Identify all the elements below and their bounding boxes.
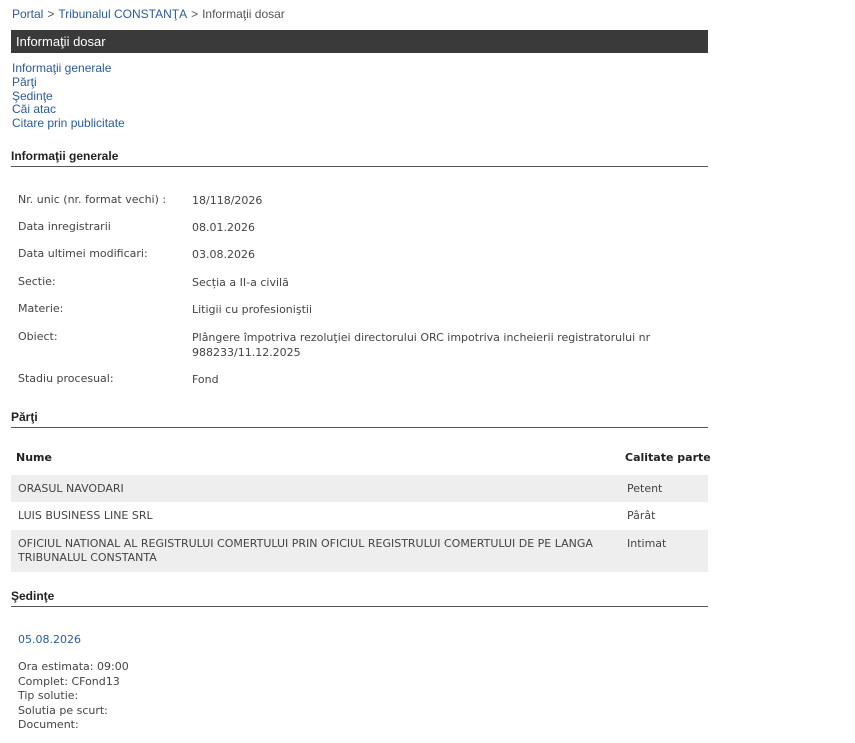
info-label: Nr. unic (nr. format vechi) : xyxy=(18,193,167,206)
nav-link-citare-publicitate[interactable]: Citare prin publicitate xyxy=(12,116,125,131)
section-nav: Informaţii generale Părţi Şedinţe Căi at… xyxy=(12,61,125,131)
hearing-solution-type: Tip solutie: xyxy=(18,689,79,702)
nav-link-sedinte[interactable]: Şedinţe xyxy=(12,89,125,104)
info-value: Litigii cu profesioniştii xyxy=(192,303,312,316)
parti-section-title: Părţi xyxy=(11,410,708,428)
party-role: Intimat xyxy=(627,537,667,550)
info-label: Data ultimei modificari: xyxy=(18,247,148,260)
info-label: Obiect: xyxy=(18,330,58,343)
table-row: ORASUL NAVODARI Petent xyxy=(11,475,708,502)
info-label: Data inregistrarii xyxy=(18,220,111,233)
breadcrumb-portal-link[interactable]: Portal xyxy=(12,7,43,21)
hearing-panel: Complet: CFond13 xyxy=(18,674,120,688)
info-value: 08.01.2026 xyxy=(192,221,255,234)
info-value: 18/118/2026 xyxy=(192,194,263,207)
info-value: Secția a II-a civilă xyxy=(192,276,289,289)
hearing-solution-summary: Solutia pe scurt: xyxy=(18,703,108,717)
nav-link-parti[interactable]: Părţi xyxy=(12,75,125,90)
breadcrumb-separator: > xyxy=(191,7,199,21)
parti-table-header: Nume Calitate parte xyxy=(11,451,711,469)
party-name: OFICIUL NATIONAL AL REGISTRULUI COMERTUL… xyxy=(18,537,593,564)
breadcrumb: Portal > Tribunalul CONSTANŢA > Informaţii d… xyxy=(12,7,285,21)
breadcrumb-current: Informaţii dosar xyxy=(202,7,285,21)
party-name: ORASUL NAVODARI xyxy=(18,482,124,495)
breadcrumb-court-link[interactable]: Tribunalul CONSTANŢA xyxy=(58,7,187,21)
breadcrumb-separator: > xyxy=(47,7,55,21)
hearing-document: Document: xyxy=(18,718,79,731)
nav-link-cai-atac[interactable]: Căi atac xyxy=(12,103,125,117)
table-row: LUIS BUSINESS LINE SRL Pârât xyxy=(11,502,708,530)
info-value: Plângere împotriva rezoluţiei directorul… xyxy=(192,331,651,359)
info-label: Stadiu procesual: xyxy=(18,372,114,385)
party-name: LUIS BUSINESS LINE SRL xyxy=(18,509,153,522)
nav-link-informatii-generale[interactable]: Informaţii generale xyxy=(12,61,125,76)
table-row: OFICIUL NATIONAL AL REGISTRULUI COMERTUL… xyxy=(11,530,708,572)
hearing-details: Ora estimata: 09:00 Complet: CFond13 Tip… xyxy=(18,660,129,733)
party-role: Petent xyxy=(627,482,663,495)
general-section-title: Informaţii generale xyxy=(11,149,708,167)
info-label: Sectie: xyxy=(18,275,56,288)
sedinte-section-title: Şedinţe xyxy=(11,589,708,607)
info-value: Fond xyxy=(192,373,219,386)
hearing-date-link[interactable]: 05.08.2026 xyxy=(18,633,81,646)
page: Portal > Tribunalul CONSTANŢA > Informaţii d… xyxy=(0,0,855,743)
info-value: 03.08.2026 xyxy=(192,248,255,261)
party-role: Pârât xyxy=(627,509,656,522)
column-header-name: Nume xyxy=(16,451,52,464)
column-header-role: Calitate parte xyxy=(625,451,711,464)
hearing-time: Ora estimata: 09:00 xyxy=(18,660,129,673)
page-title-bar: Informaţii dosar xyxy=(11,30,708,53)
info-label: Materie: xyxy=(18,302,64,315)
